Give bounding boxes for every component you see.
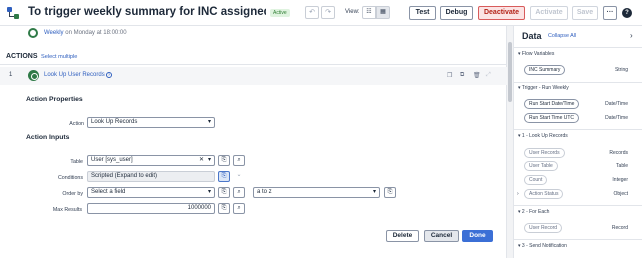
action-properties-title: Action Properties [26,96,83,103]
data-section-divider [513,82,642,83]
script-toggle-icon[interactable]: ⌕ [233,203,245,214]
conditions-field[interactable]: Scripted (Expand to edit) [87,171,215,182]
help-button[interactable]: ? [622,8,632,18]
save-button[interactable]: Save [572,6,598,20]
flow-icon [7,7,19,19]
data-section-divider [513,205,642,206]
chevron-down-icon: ▾ [207,189,211,195]
select-multiple-link[interactable]: Select multiple [41,54,77,60]
clear-icon[interactable]: ✕ [199,156,204,165]
more-options-button[interactable]: ··· [603,6,617,20]
trigger-detail: on Monday at 18:00:00 [63,30,127,36]
chevron-right-icon[interactable]: › [630,31,633,40]
data-panel-title: Data [522,31,542,41]
max-results-label: Max Results [52,207,82,213]
order-by-label: Order by [62,191,83,197]
chevron-down-icon: ▾ [207,119,211,125]
data-section-title[interactable]: ▾ 3 - Send Notification [518,243,567,249]
flow-title: To trigger weekly summary for INC assign… [28,6,266,18]
header-bar: To trigger weekly summary for INC assign… [0,0,642,26]
undo-button[interactable]: ↶ [305,6,319,19]
actions-heading: ACTIONS [6,53,38,60]
data-pill-type: Object [613,191,628,197]
data-pill-picker-icon[interactable]: ⎘ [384,187,396,198]
data-section-title[interactable]: ▾ 1 - Look Up Records [518,133,568,139]
chevron-down-icon: ▾ [207,157,211,163]
info-icon[interactable]: ? [106,72,112,78]
test-button[interactable]: Test [409,6,436,20]
delete-button[interactable]: Delete [386,230,419,242]
data-pill[interactable]: User Record [524,223,563,233]
conditions-value: Scripted (Expand to edit) [91,173,158,179]
collapse-all-link[interactable]: Collapse All [548,33,576,39]
chevron-down-icon: ▾ [372,189,376,195]
expand-chevron-icon[interactable]: › [517,191,519,197]
status-badge: Active [270,9,290,17]
activate-button[interactable]: Activate [530,6,568,20]
data-pill-type: Date/Time [605,101,628,107]
data-pill[interactable]: User Records [524,148,565,158]
data-section-divider [513,47,642,48]
action-step-icon [28,70,39,81]
flow-editor-panel [0,26,507,258]
expand-icon[interactable]: ⤢ [486,72,491,79]
step-number: 1 [9,72,13,78]
data-section-title[interactable]: ▾ Trigger - Run Weekly [518,85,569,91]
order-by-select[interactable]: Select a field ▾ [87,187,215,198]
data-pill[interactable]: User Table [524,161,558,171]
comment-icon[interactable]: ❐ [447,72,452,79]
action-inputs-title: Action Inputs [26,134,70,141]
done-button[interactable]: Done [462,230,493,242]
table-label: Table [70,159,83,165]
data-pill-picker-icon[interactable]: ⎘ [218,155,230,166]
data-pill-picker-icon[interactable]: ⎘ [218,203,230,214]
data-pill-picker-icon[interactable]: ⎘ [218,187,230,198]
action-select-value: Look Up Records [91,119,138,125]
redo-button[interactable]: ↷ [321,6,335,19]
data-pill-type: Table [616,163,628,169]
data-pill-type: Records [609,150,628,156]
data-pill-type: Date/Time [605,115,628,121]
debug-button[interactable]: Debug [440,6,473,20]
data-pill[interactable]: Count [524,175,548,185]
scrollbar-thumb[interactable] [508,42,512,102]
data-pill-type: Record [611,225,628,231]
view-list-button[interactable]: ☷ [362,6,376,19]
data-section-title[interactable]: ▾ 2 - For Each [518,209,549,215]
step-label[interactable]: Look Up User Records [44,72,105,78]
table-input[interactable]: User [sys_user] ✕ ▾ [87,155,215,166]
data-pill[interactable]: INC Summary [524,65,566,75]
data-section-title[interactable]: ▾ Flow Variables [518,51,554,57]
trigger-schedule[interactable]: Weekly [44,30,64,36]
script-editor-icon[interactable]: ⎘ [218,171,230,182]
chevron-down-icon[interactable]: ⌄ [233,171,245,182]
data-pill[interactable]: Run Start Date/Time [524,99,580,109]
order-by-placeholder: Select a field [91,189,126,195]
data-section-divider [513,129,642,130]
order-direction-select[interactable]: a to z ▾ [253,187,380,198]
conditions-label: Conditions [57,175,83,181]
delete-icon[interactable]: 🗑 [473,72,481,79]
data-pill[interactable]: Run Start Time UTC [524,113,580,123]
order-direction-value: a to z [257,189,272,195]
cancel-button[interactable]: Cancel [424,230,459,242]
table-value: User [sys_user] [91,157,133,163]
data-pill-type: String [614,67,628,73]
trigger-summary[interactable]: Weekly on Monday at 18:00:00 [44,30,127,36]
data-pill-type: Integer [612,177,628,183]
data-section-divider [513,239,642,240]
script-toggle-icon[interactable]: ⌕ [233,187,245,198]
max-results-input[interactable]: 1000000 [87,203,215,214]
view-label: View: [345,9,360,15]
deactivate-button[interactable]: Deactivate [478,6,525,20]
copy-icon[interactable]: ⧉ [460,72,464,79]
action-label: Action [69,121,84,127]
action-select[interactable]: Look Up Records ▾ [87,117,215,128]
script-toggle-icon[interactable]: ⌕ [233,155,245,166]
trigger-icon [28,28,38,38]
view-grid-button[interactable]: ▦ [376,6,390,19]
data-pill[interactable]: Action Status [524,189,564,199]
divider [0,64,507,65]
